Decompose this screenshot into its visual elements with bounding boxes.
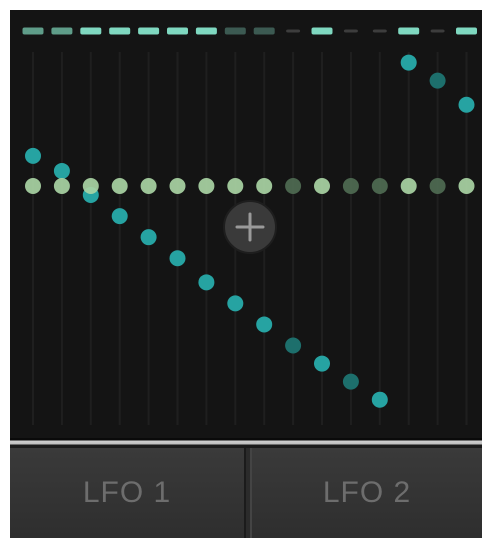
step-indicator[interactable] [224, 27, 246, 35]
step-node[interactable] [314, 178, 330, 194]
step-indicators [22, 27, 477, 35]
step-indicator[interactable] [22, 27, 44, 35]
step-node[interactable] [140, 229, 157, 246]
step-node[interactable] [342, 373, 359, 390]
step-sequencer-panel[interactable] [10, 10, 482, 438]
step-sequencer-graph[interactable] [10, 10, 482, 438]
step-indicator[interactable] [398, 27, 420, 35]
step-node[interactable] [314, 355, 330, 372]
step-node[interactable] [25, 147, 41, 164]
step-node[interactable] [111, 178, 128, 194]
step-node[interactable] [53, 162, 70, 179]
step-indicator[interactable] [430, 29, 445, 33]
step-indicator[interactable] [138, 27, 160, 35]
step-node[interactable] [25, 178, 41, 194]
step-node[interactable] [256, 178, 273, 194]
step-node[interactable] [458, 178, 475, 194]
lane-flat[interactable] [25, 178, 475, 194]
step-node[interactable] [169, 250, 186, 267]
step-indicator[interactable] [80, 27, 102, 35]
step-node[interactable] [227, 178, 244, 194]
step-indicator[interactable] [51, 27, 73, 35]
step-indicator[interactable] [195, 27, 217, 35]
step-node[interactable] [198, 274, 215, 291]
step-node[interactable] [227, 295, 244, 312]
step-node[interactable] [285, 337, 302, 354]
lfo-tab-bar: LFO 1 LFO 2 [10, 448, 482, 538]
step-node[interactable] [53, 178, 70, 194]
tab-lfo-1[interactable]: LFO 1 [10, 448, 246, 538]
step-node[interactable] [400, 178, 417, 194]
step-node[interactable] [140, 178, 157, 194]
step-node[interactable] [458, 96, 475, 113]
step-node[interactable] [169, 178, 186, 194]
step-node[interactable] [371, 391, 388, 408]
step-node[interactable] [342, 178, 359, 194]
step-indicator[interactable] [109, 27, 131, 35]
step-node[interactable] [82, 178, 99, 194]
step-indicator[interactable] [286, 29, 301, 33]
step-node[interactable] [285, 178, 302, 194]
step-indicator[interactable] [167, 27, 188, 35]
step-node[interactable] [429, 72, 446, 89]
lfo-sequencer-screen: LFO 1 LFO 2 [0, 0, 482, 538]
step-node[interactable] [429, 178, 446, 194]
step-indicator[interactable] [343, 29, 358, 33]
step-node[interactable] [400, 54, 417, 71]
step-node[interactable] [198, 178, 215, 194]
step-node[interactable] [371, 178, 388, 194]
tab-lfo-2[interactable]: LFO 2 [250, 448, 482, 538]
step-indicator[interactable] [311, 27, 333, 35]
add-node-button[interactable] [223, 200, 277, 254]
step-node[interactable] [256, 316, 273, 333]
step-indicator[interactable] [253, 27, 275, 35]
step-indicator[interactable] [456, 27, 477, 35]
step-node[interactable] [111, 208, 128, 225]
step-indicator[interactable] [372, 29, 387, 33]
panel-divider [10, 438, 482, 448]
